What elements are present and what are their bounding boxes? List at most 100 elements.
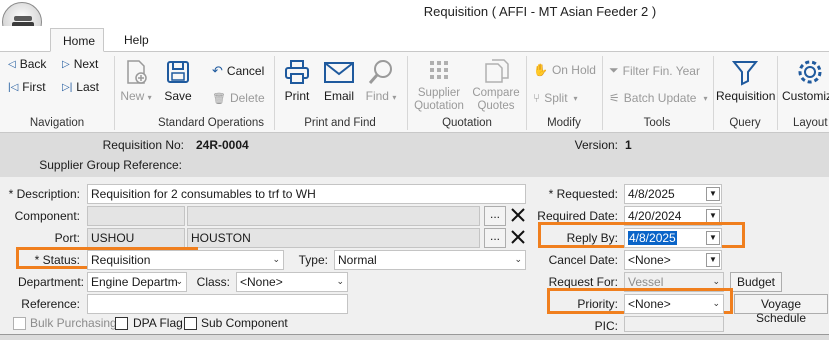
gear-icon xyxy=(798,60,822,84)
description-field[interactable]: Requisition for 2 consumables to trf to … xyxy=(87,184,526,204)
batch-update-icon: ⚟ xyxy=(609,91,620,105)
description-label: * Description: xyxy=(8,187,80,201)
tab-home[interactable]: Home xyxy=(50,28,104,52)
group-divider xyxy=(713,56,714,130)
department-select[interactable]: Engine Departm ⌄ xyxy=(87,272,187,292)
group-divider xyxy=(114,56,115,130)
dpa-flag-label: DPA Flag xyxy=(133,316,183,330)
chevron-down-icon: ⌄ xyxy=(336,276,344,286)
group-divider xyxy=(526,56,527,130)
last-icon: ▷| xyxy=(62,81,73,93)
status-select[interactable]: Requisition ⌄ xyxy=(87,250,284,270)
requisition-query-button[interactable]: Requisition xyxy=(716,58,775,103)
chevron-down-icon: ⌄ xyxy=(514,254,522,264)
cancel-button[interactable]: ↶ Cancel xyxy=(212,63,264,79)
group-label-query: Query xyxy=(729,117,761,129)
reference-field[interactable] xyxy=(87,294,348,314)
class-select[interactable]: <None> ⌄ xyxy=(236,272,348,292)
chevron-down-icon: ⌄ xyxy=(175,276,183,286)
new-button[interactable]: New ▾ xyxy=(120,58,152,103)
find-dropdown-icon: ▾ xyxy=(392,93,397,102)
back-icon: ◁ xyxy=(8,58,16,70)
voyage-schedule-button[interactable]: Voyage Schedule xyxy=(734,294,828,325)
batch-dropdown-icon: ▾ xyxy=(703,93,708,103)
save-button[interactable]: Save xyxy=(162,58,194,103)
class-label: Class: xyxy=(196,275,230,289)
port-browse-button[interactable]: ... xyxy=(484,228,506,248)
funnel-icon xyxy=(731,61,759,86)
type-select[interactable]: Normal ⌄ xyxy=(334,250,526,270)
chevron-down-icon: ⌄ xyxy=(272,254,280,264)
window-title: Requisition ( AFFI - MT Asian Feeder 2 ) xyxy=(423,4,657,19)
component-name-field[interactable] xyxy=(187,206,480,226)
print-button[interactable]: Print xyxy=(280,58,314,103)
on-hold-button[interactable]: ✋ On Hold xyxy=(533,63,596,77)
request-for-label: Request For: xyxy=(548,275,618,289)
find-button[interactable]: Find ▾ xyxy=(364,58,398,103)
supplier-quotation-button[interactable]: Supplier Quotation xyxy=(412,58,466,113)
dpa-flag-checkbox[interactable] xyxy=(115,317,128,330)
group-divider xyxy=(777,56,778,130)
type-label: Type: xyxy=(298,253,328,267)
version-value: 1 xyxy=(625,138,632,152)
split-button[interactable]: ⑂ Split ▾ xyxy=(533,91,578,105)
group-label-modify: Modify xyxy=(547,117,581,129)
reply-by-calendar-dropdown-icon[interactable]: ▼ xyxy=(706,231,720,245)
bulk-purchasing-checkbox[interactable] xyxy=(13,317,26,330)
tab-help[interactable]: Help xyxy=(112,28,154,52)
customize-button[interactable]: Customiz xyxy=(782,58,829,103)
new-dropdown-icon: ▾ xyxy=(147,93,152,102)
printer-icon xyxy=(285,60,309,84)
compare-quotes-button[interactable]: Compare Quotes xyxy=(470,58,522,113)
filter-icon: ⏷ xyxy=(609,63,619,77)
chevron-down-icon: ⌄ xyxy=(712,298,720,308)
component-code-field[interactable] xyxy=(87,206,185,226)
sub-component-label: Sub Component xyxy=(201,316,288,330)
compare-documents-icon xyxy=(485,59,509,83)
first-button[interactable]: |◁ First xyxy=(8,80,46,94)
required-date-label: Required Date: xyxy=(537,209,618,223)
filter-fin-year-button[interactable]: ⏷ Filter Fin. Year xyxy=(609,63,700,78)
grid-icon xyxy=(430,61,448,79)
email-envelope-icon xyxy=(324,62,354,83)
delete-button[interactable]: 🗑 Delete xyxy=(212,91,265,105)
group-label-standard: Standard Operations xyxy=(157,117,265,129)
group-divider xyxy=(602,56,603,130)
component-browse-button[interactable]: ... xyxy=(484,206,506,226)
port-clear-icon[interactable] xyxy=(510,228,526,246)
priority-label: Priority: xyxy=(577,297,618,311)
save-disk-icon xyxy=(167,61,189,83)
last-button[interactable]: ▷| Last xyxy=(62,80,99,94)
requisition-no-label: Requisition No: xyxy=(102,138,184,152)
group-label-tools: Tools xyxy=(643,117,671,129)
next-button[interactable]: ▷ Next xyxy=(62,57,98,71)
pic-label: PIC: xyxy=(594,319,618,333)
port-code-field[interactable]: USHOU xyxy=(87,228,185,248)
trash-icon: 🗑 xyxy=(212,92,226,105)
budget-button[interactable]: Budget xyxy=(730,272,782,292)
group-divider xyxy=(407,56,408,130)
pic-field[interactable] xyxy=(624,316,724,332)
port-name-field[interactable]: HOUSTON xyxy=(187,228,480,248)
next-icon: ▷ xyxy=(62,58,70,70)
batch-update-button[interactable]: ⚟ Batch Update ▾ xyxy=(609,91,708,105)
split-dropdown-icon: ▾ xyxy=(573,93,578,103)
sub-component-checkbox[interactable] xyxy=(184,317,197,330)
cancel-date-label: Cancel Date: xyxy=(548,253,618,267)
chevron-down-icon: ⌄ xyxy=(712,276,720,286)
department-label: Department: xyxy=(17,275,84,289)
group-label-layout: Layout xyxy=(793,117,828,129)
priority-select[interactable]: <None> ⌄ xyxy=(624,294,724,314)
back-button[interactable]: ◁ Back xyxy=(8,57,46,71)
first-icon: |◁ xyxy=(8,81,19,93)
group-divider xyxy=(274,56,275,130)
undo-icon: ↶ xyxy=(212,63,223,78)
group-label-print-find: Print and Find xyxy=(304,117,376,129)
cancel-date-calendar-dropdown-icon[interactable]: ▼ xyxy=(706,253,720,267)
required-calendar-dropdown-icon[interactable]: ▼ xyxy=(706,209,720,223)
bulk-purchasing-label: Bulk Purchasing xyxy=(30,316,117,330)
email-button[interactable]: Email xyxy=(322,58,356,103)
component-clear-icon[interactable] xyxy=(510,206,526,224)
requested-calendar-dropdown-icon[interactable]: ▼ xyxy=(706,187,720,201)
port-label: Port: xyxy=(54,231,80,245)
